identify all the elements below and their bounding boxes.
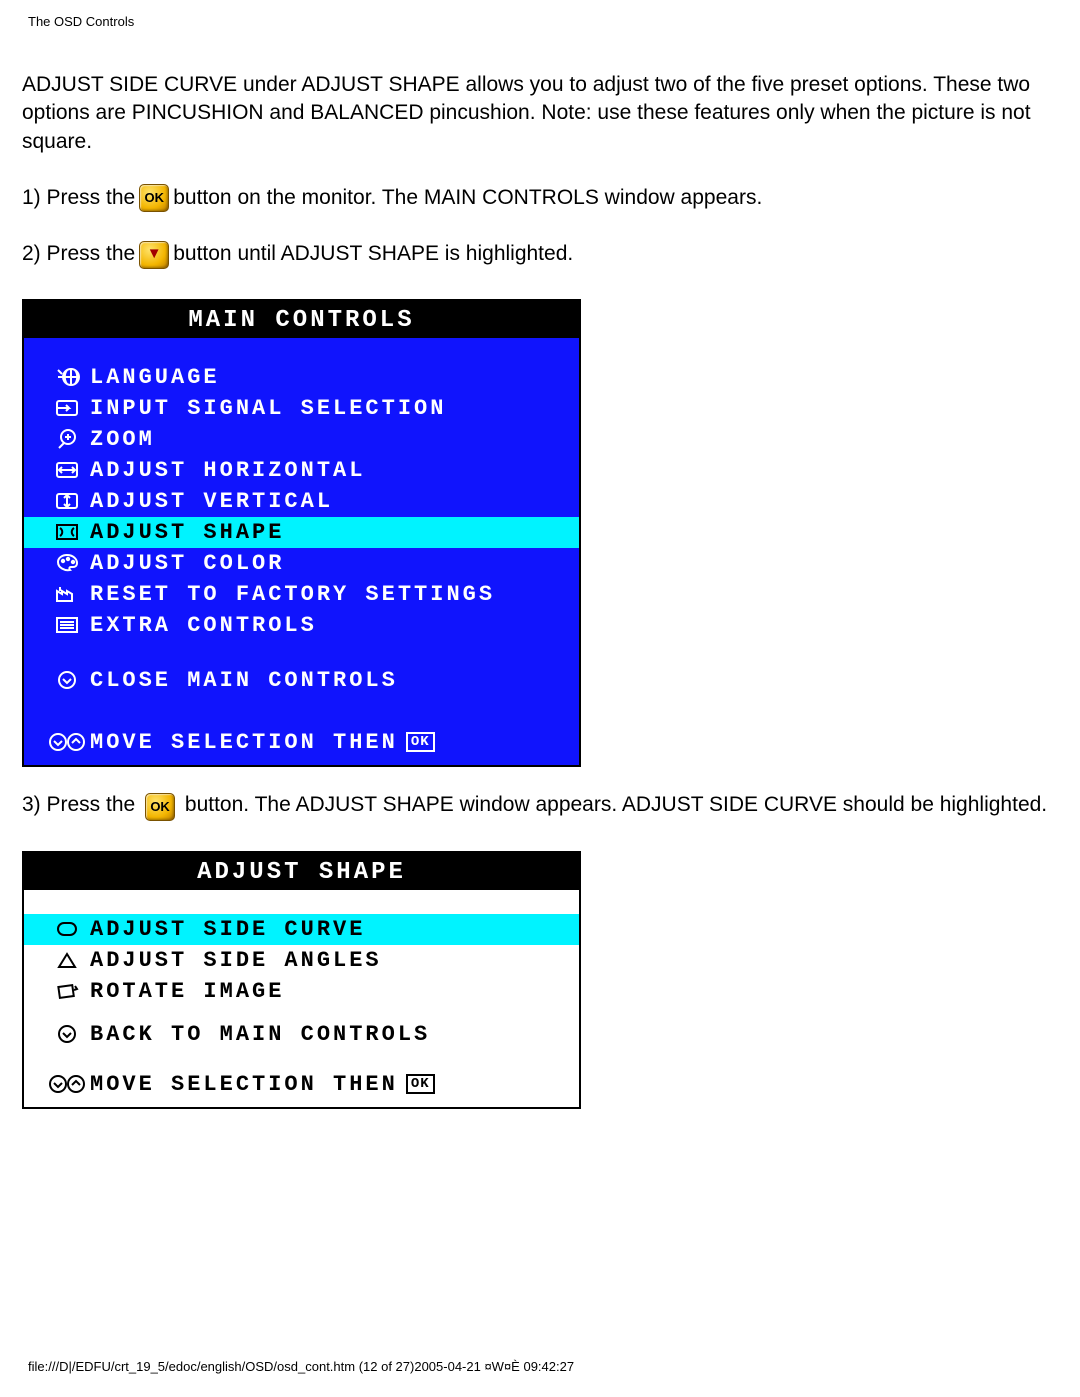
osd-close-label: CLOSE MAIN CONTROLS (90, 668, 398, 693)
up-down-circles-icon (44, 1073, 90, 1095)
osd-title: ADJUST SHAPE (24, 853, 579, 890)
ok-button-icon: OK (145, 793, 175, 821)
up-down-circles-icon (44, 731, 90, 753)
ok-box-icon: OK (406, 1074, 435, 1094)
osd-item-adjust-side-curve[interactable]: ADJUST SIDE CURVE (24, 914, 579, 945)
down-circle-icon (44, 669, 90, 691)
osd-item-label: LANGUAGE (90, 365, 220, 390)
step-3: 3) Press the OK button. The ADJUST SHAPE… (22, 791, 1058, 821)
osd-item-language[interactable]: LANGUAGE (24, 362, 579, 393)
rotate-icon (44, 980, 90, 1002)
intro-paragraph: ADJUST SIDE CURVE under ADJUST SHAPE all… (22, 71, 1058, 156)
side-angles-icon (44, 949, 90, 971)
osd-footer: MOVE SELECTION THEN OK (24, 1062, 579, 1107)
osd-item-label: ADJUST SHAPE (90, 520, 284, 545)
step-3-text-a: 3) Press the (22, 793, 135, 816)
osd-close[interactable]: CLOSE MAIN CONTROLS (24, 665, 579, 696)
osd-item-label: ROTATE IMAGE (90, 979, 284, 1004)
step-2-text-b: button until ADJUST SHAPE is highlighted… (173, 240, 573, 268)
osd-item-label: INPUT SIGNAL SELECTION (90, 396, 446, 421)
down-circle-icon (44, 1023, 90, 1045)
input-icon (44, 397, 90, 419)
osd-item-reset-factory[interactable]: RESET TO FACTORY SETTINGS (24, 579, 579, 610)
ok-box-icon: OK (406, 732, 435, 752)
osd-item-extra-controls[interactable]: EXTRA CONTROLS (24, 610, 579, 641)
step-1-text-a: 1) Press the (22, 184, 135, 212)
zoom-icon (44, 428, 90, 450)
step-2-text-a: 2) Press the (22, 240, 135, 268)
arrows-vertical-icon (44, 490, 90, 512)
shape-icon (44, 521, 90, 543)
osd-back-label: BACK TO MAIN CONTROLS (90, 1022, 430, 1047)
globe-icon (44, 366, 90, 388)
list-icon (44, 614, 90, 636)
osd-item-adjust-side-angles[interactable]: ADJUST SIDE ANGLES (24, 945, 579, 976)
step-1: 1) Press the OK button on the monitor. T… (22, 184, 1058, 212)
osd-item-adjust-vertical[interactable]: ADJUST VERTICAL (24, 486, 579, 517)
osd-item-adjust-horizontal[interactable]: ADJUST HORIZONTAL (24, 455, 579, 486)
factory-icon (44, 583, 90, 605)
osd-item-input-signal[interactable]: INPUT SIGNAL SELECTION (24, 393, 579, 424)
osd-item-rotate-image[interactable]: ROTATE IMAGE (24, 976, 579, 1007)
osd-item-label: RESET TO FACTORY SETTINGS (90, 582, 495, 607)
osd-title: MAIN CONTROLS (24, 301, 579, 338)
osd-back[interactable]: BACK TO MAIN CONTROLS (24, 1019, 579, 1050)
osd-footer-text: MOVE SELECTION THEN (90, 730, 398, 755)
arrows-horizontal-icon (44, 459, 90, 481)
ok-button-icon: OK (139, 184, 169, 212)
step-3-text-b: button. The ADJUST SHAPE window appears.… (185, 793, 1047, 816)
step-2: 2) Press the ▼ button until ADJUST SHAPE… (22, 240, 1058, 268)
side-curve-icon (44, 918, 90, 940)
page-header: The OSD Controls (28, 14, 1080, 29)
osd-item-adjust-color[interactable]: ADJUST COLOR (24, 548, 579, 579)
down-button-icon: ▼ (139, 241, 169, 269)
osd-main-controls: MAIN CONTROLS LANGUAGE INPUT SIGNAL SELE… (22, 299, 581, 767)
osd-item-adjust-shape[interactable]: ADJUST SHAPE (24, 517, 579, 548)
osd-item-label: ZOOM (90, 427, 155, 452)
osd-footer-text: MOVE SELECTION THEN (90, 1072, 398, 1097)
step-1-text-b: button on the monitor. The MAIN CONTROLS… (173, 184, 762, 212)
osd-footer: MOVE SELECTION THEN OK (24, 720, 579, 765)
osd-item-label: ADJUST SIDE CURVE (90, 917, 365, 942)
page-footer: file:///D|/EDFU/crt_19_5/edoc/english/OS… (28, 1359, 1080, 1374)
osd-item-label: ADJUST SIDE ANGLES (90, 948, 382, 973)
palette-icon (44, 552, 90, 574)
osd-item-label: ADJUST HORIZONTAL (90, 458, 365, 483)
osd-item-label: EXTRA CONTROLS (90, 613, 317, 638)
osd-item-label: ADJUST VERTICAL (90, 489, 333, 514)
osd-item-label: ADJUST COLOR (90, 551, 284, 576)
osd-adjust-shape: ADJUST SHAPE ADJUST SIDE CURVE ADJUST SI… (22, 851, 581, 1109)
osd-item-zoom[interactable]: ZOOM (24, 424, 579, 455)
